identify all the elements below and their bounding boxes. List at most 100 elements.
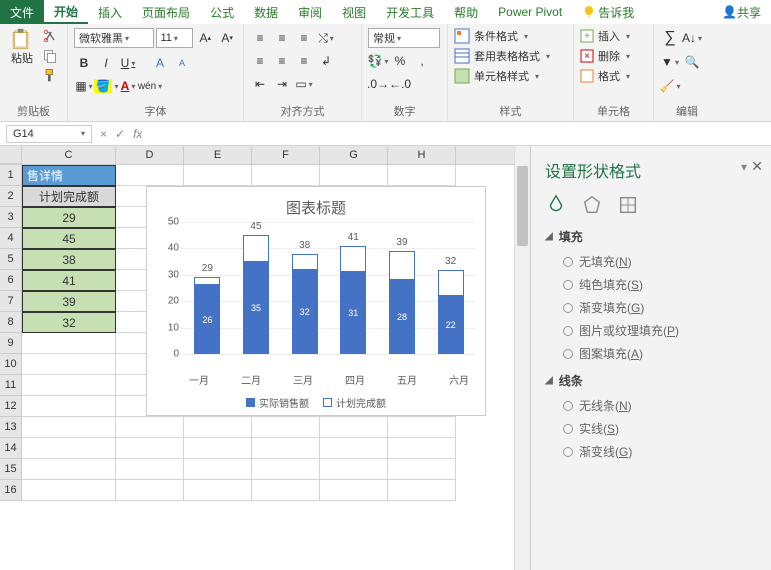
radio-option[interactable]: 图片或纹理填充(P)	[563, 322, 757, 339]
currency-icon[interactable]: 💱▾	[368, 51, 388, 71]
cell[interactable]	[252, 417, 320, 438]
cell[interactable]	[184, 165, 252, 186]
decrease-indent-icon[interactable]: ⇤	[250, 74, 270, 94]
bar-actual[interactable]: 28	[389, 280, 415, 354]
col-header[interactable]: H	[388, 146, 456, 164]
increase-decimal-icon[interactable]: .0→	[368, 74, 388, 94]
table-format-button[interactable]: 套用表格格式▾	[454, 48, 567, 64]
radio-option[interactable]: 渐变填充(G)	[563, 299, 757, 316]
comma-icon[interactable]: ,	[412, 51, 432, 71]
cell[interactable]	[320, 417, 388, 438]
cell[interactable]: 38	[22, 249, 116, 270]
autosum-icon[interactable]: ∑	[660, 28, 680, 48]
cell[interactable]	[388, 438, 456, 459]
border-button[interactable]: ▦▾	[74, 76, 94, 96]
tab-share[interactable]: 👤 共享	[712, 0, 771, 24]
confirm-formula-icon[interactable]: ✓	[115, 127, 125, 141]
fill-color-button[interactable]: 🪣▾	[96, 76, 116, 96]
bold-button[interactable]: B	[74, 53, 94, 73]
row-header[interactable]: 1	[0, 165, 22, 186]
wrap-text-icon[interactable]: ↲	[316, 51, 336, 71]
cell[interactable]	[116, 417, 184, 438]
bar-plan[interactable]	[292, 254, 318, 270]
chart[interactable]: 图表标题 01020304050262935453238314128392232…	[146, 186, 486, 416]
cell[interactable]	[116, 480, 184, 501]
fill-line-tab-icon[interactable]	[545, 194, 567, 216]
cell[interactable]	[22, 354, 116, 375]
cell[interactable]	[22, 438, 116, 459]
cell[interactable]	[320, 459, 388, 480]
bar-actual[interactable]: 35	[243, 262, 269, 354]
tab-view[interactable]: 视图	[332, 0, 376, 24]
radio-option[interactable]: 无填充(N)	[563, 253, 757, 270]
decrease-font-icon[interactable]: A▾	[217, 28, 237, 48]
bar-plan[interactable]	[340, 246, 366, 272]
col-header[interactable]: G	[320, 146, 388, 164]
cell[interactable]	[116, 438, 184, 459]
col-header[interactable]: F	[252, 146, 320, 164]
row-header[interactable]: 13	[0, 417, 22, 438]
cell[interactable]: 32	[22, 312, 116, 333]
delete-cells-button[interactable]: ×删除▾	[580, 48, 647, 64]
align-middle-icon[interactable]: ≡	[272, 28, 292, 48]
bar-plan[interactable]	[243, 235, 269, 261]
phonetic-button[interactable]: wén▾	[140, 76, 160, 96]
cell[interactable]: 39	[22, 291, 116, 312]
size-tab-icon[interactable]	[617, 194, 639, 216]
cell[interactable]	[22, 480, 116, 501]
tab-review[interactable]: 审阅	[288, 0, 332, 24]
cell[interactable]	[116, 165, 184, 186]
number-format-combo[interactable]: 常规▾	[368, 28, 440, 48]
cell[interactable]	[22, 417, 116, 438]
pane-close-icon[interactable]: ✕	[751, 158, 763, 175]
row-header[interactable]: 6	[0, 270, 22, 291]
radio-option[interactable]: 图案填充(A)	[563, 345, 757, 362]
cell[interactable]	[184, 480, 252, 501]
col-header[interactable]: D	[116, 146, 184, 164]
clear-icon[interactable]: 🧹▾	[660, 76, 680, 96]
cell[interactable]: 29	[22, 207, 116, 228]
increase-font-icon[interactable]: A▴	[195, 28, 215, 48]
row-header[interactable]: 15	[0, 459, 22, 480]
cell[interactable]: 41	[22, 270, 116, 291]
tab-file[interactable]: 文件	[0, 0, 44, 24]
tab-formula[interactable]: 公式	[200, 0, 244, 24]
decrease-decimal-icon[interactable]: ←.0	[390, 74, 410, 94]
radio-option[interactable]: 实线(S)	[563, 420, 757, 437]
tab-insert[interactable]: 插入	[88, 0, 132, 24]
fill-icon[interactable]: ▼▾	[660, 52, 680, 72]
col-header[interactable]: E	[184, 146, 252, 164]
tab-layout[interactable]: 页面布局	[132, 0, 200, 24]
cell[interactable]	[252, 165, 320, 186]
format-cells-button[interactable]: 格式▾	[580, 68, 647, 84]
cell[interactable]	[22, 459, 116, 480]
cancel-formula-icon[interactable]: ×	[100, 127, 107, 141]
copy-icon[interactable]	[42, 48, 58, 64]
cell[interactable]	[184, 417, 252, 438]
row-header[interactable]: 7	[0, 291, 22, 312]
format-painter-icon[interactable]	[42, 68, 58, 84]
row-header[interactable]: 2	[0, 186, 22, 207]
cell[interactable]	[22, 375, 116, 396]
cell[interactable]	[320, 480, 388, 501]
fx-icon[interactable]: fx	[133, 127, 142, 141]
insert-cells-button[interactable]: +插入▾	[580, 28, 647, 44]
radio-option[interactable]: 纯色填充(S)	[563, 276, 757, 293]
effects-tab-icon[interactable]	[581, 194, 603, 216]
cell[interactable]: 45	[22, 228, 116, 249]
tab-help[interactable]: 帮助	[444, 0, 488, 24]
cell[interactable]	[388, 417, 456, 438]
orientation-icon[interactable]: ⤭▾	[316, 28, 336, 48]
conditional-format-button[interactable]: 条件格式▾	[454, 28, 567, 44]
paste-button[interactable]: 粘贴	[6, 28, 38, 66]
percent-icon[interactable]: %	[390, 51, 410, 71]
cell[interactable]	[320, 438, 388, 459]
align-left-icon[interactable]: ≡	[250, 51, 270, 71]
cell[interactable]	[388, 459, 456, 480]
align-bottom-icon[interactable]: ≡	[294, 28, 314, 48]
tab-dev[interactable]: 开发工具	[376, 0, 444, 24]
chart-title[interactable]: 图表标题	[147, 187, 485, 222]
scroll-thumb[interactable]	[517, 166, 528, 246]
tab-tellme[interactable]: 告诉我	[572, 0, 644, 24]
underline-button[interactable]: U▾	[118, 53, 138, 73]
